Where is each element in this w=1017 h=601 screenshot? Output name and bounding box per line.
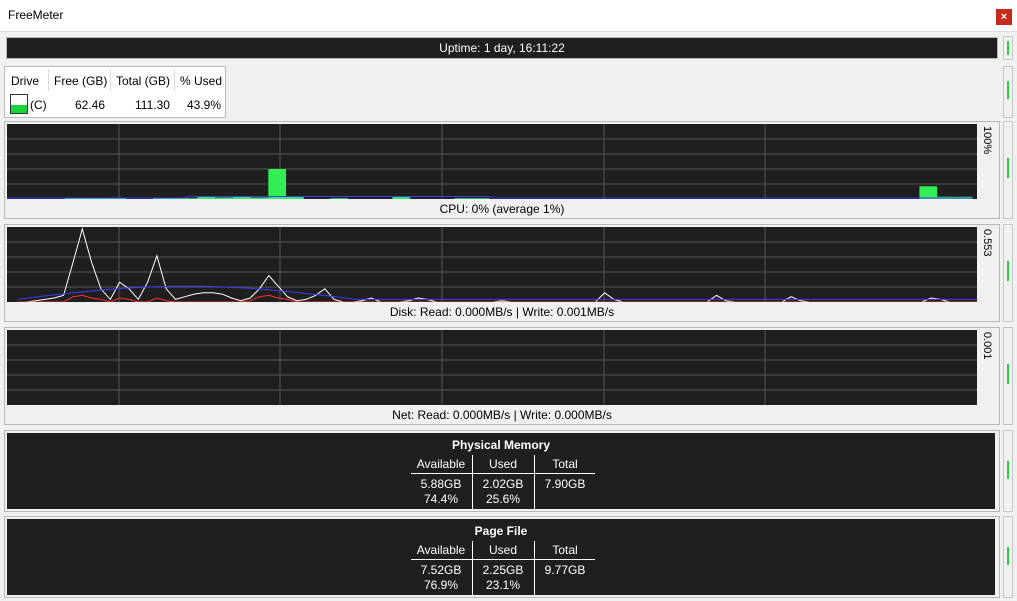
page-file-panel: Page File Available Used Total 7.52GB 76… xyxy=(4,516,1000,598)
total-header: Total (GB) xyxy=(116,74,171,88)
cpu-bar xyxy=(197,196,216,199)
pm-total-gb: 7.90GB xyxy=(544,477,586,491)
cpu-bar xyxy=(286,196,304,199)
physical-memory-title: Physical Memory xyxy=(451,438,551,452)
disk-panel: 0.553 Disk: Read: 0.000MB/s | Write: 0.0… xyxy=(4,224,1000,322)
uptime-display: Uptime: 1 day, 16:11:22 xyxy=(6,37,998,59)
drive-scrollbar[interactable] xyxy=(1003,66,1013,118)
physical-memory-panel: Physical Memory Available Used Total 5.8… xyxy=(4,430,1000,512)
drive-header: Drive xyxy=(11,74,40,88)
cpu-bar xyxy=(919,186,938,199)
close-button[interactable]: × xyxy=(996,9,1012,25)
window-title: FreeMeter xyxy=(8,8,64,22)
graph-background xyxy=(7,124,977,199)
disk-graph xyxy=(7,227,977,302)
pf-available-pct: 76.9% xyxy=(423,578,459,592)
pm-available-header: Available xyxy=(416,457,466,471)
cpu-graph xyxy=(7,124,977,199)
free-header: Free (GB) xyxy=(54,74,108,88)
cpu-bar xyxy=(268,169,287,199)
drive-table: Drive Free (GB) Total (GB) % Used (C) 62… xyxy=(4,66,226,118)
cpu-scrollbar[interactable] xyxy=(1003,121,1013,219)
pf-available-header: Available xyxy=(416,543,466,557)
pf-used-pct: 23.1% xyxy=(485,578,521,592)
graph-background xyxy=(7,227,977,302)
pm-used-header: Used xyxy=(488,457,517,471)
disk-scrollbar[interactable] xyxy=(1003,224,1013,322)
pf-used-header: Used xyxy=(488,543,517,557)
drive-free: 62.46 xyxy=(75,98,106,112)
pf-used-gb: 2.25GB xyxy=(482,563,524,577)
cpu-bar xyxy=(472,198,490,199)
pm-total-header: Total xyxy=(552,457,578,471)
net-scale: 0.001 xyxy=(981,332,993,360)
cpu-bar xyxy=(454,198,473,199)
pf-total-gb: 9.77GB xyxy=(544,563,586,577)
pm-available-pct: 74.4% xyxy=(423,492,459,506)
pagefile-scrollbar[interactable] xyxy=(1003,516,1013,598)
disk-scale: 0.553 xyxy=(981,229,993,257)
page-file-title: Page File xyxy=(474,524,528,538)
used-header: % Used xyxy=(180,74,223,88)
title-bar: FreeMeter × xyxy=(0,0,1017,32)
memory-scrollbar[interactable] xyxy=(1003,430,1013,512)
net-graph xyxy=(7,330,977,405)
pm-available-gb: 5.88GB xyxy=(420,477,462,491)
net-scrollbar[interactable] xyxy=(1003,327,1013,425)
cpu-bar xyxy=(330,198,349,199)
pm-used-gb: 2.02GB xyxy=(482,477,524,491)
uptime-scrollbar[interactable] xyxy=(1003,36,1013,60)
net-label: Net: Read: 0.000MB/s | Write: 0.000MB/s xyxy=(392,408,612,422)
drive-letter: (C) xyxy=(30,98,47,112)
cpu-label: CPU: 0% (average 1%) xyxy=(439,202,565,216)
cpu-bar xyxy=(215,197,233,199)
drive-total: 111.30 xyxy=(135,98,170,112)
pf-total-header: Total xyxy=(552,543,578,557)
cpu-bar xyxy=(250,197,269,199)
drive-icon xyxy=(10,94,28,114)
pm-used-pct: 25.6% xyxy=(485,492,521,506)
net-panel: 0.001 Net: Read: 0.000MB/s | Write: 0.00… xyxy=(4,327,1000,425)
graph-background xyxy=(7,330,977,405)
cpu-scale: 100% xyxy=(981,126,993,155)
pf-available-gb: 7.52GB xyxy=(420,563,462,577)
disk-label: Disk: Read: 0.000MB/s | Write: 0.001MB/s xyxy=(389,305,615,319)
drive-used: 43.9% xyxy=(187,98,222,112)
cpu-panel: 100% CPU: 0% (average 1%) xyxy=(4,121,1000,219)
